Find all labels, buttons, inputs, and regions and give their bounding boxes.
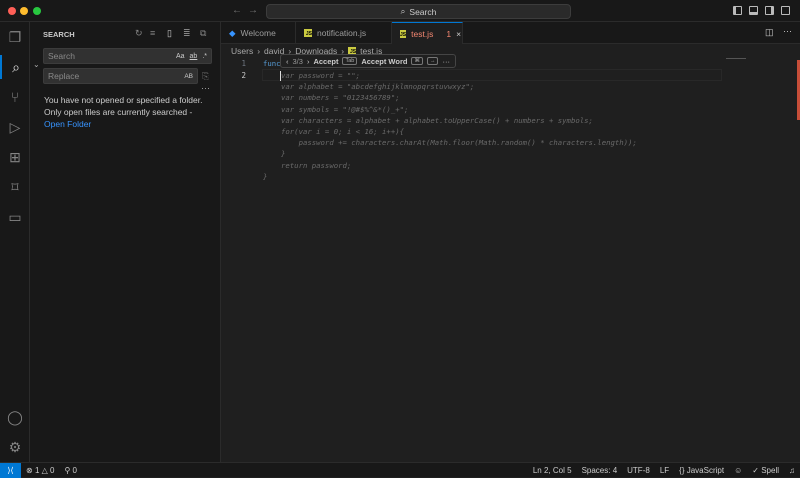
cursor-position[interactable]: Ln 2, Col 5 (528, 466, 577, 475)
ghost-text-line: } (263, 172, 268, 181)
ports-status[interactable]: ⚲ 0 (59, 466, 82, 475)
minimize-window-button[interactable] (20, 7, 28, 15)
close-tab-icon[interactable]: × (456, 29, 461, 39)
open-folder-link[interactable]: Open Folder (44, 118, 244, 130)
next-suggestion-button[interactable]: › (307, 57, 310, 66)
problems-count: 1 (446, 28, 452, 39)
source-control-icon[interactable]: ⑂ (0, 85, 30, 109)
search-icon[interactable]: ⌕ (0, 55, 30, 79)
search-icon: ⌕ (400, 6, 406, 16)
activity-bar: ❐ ⌕ ⑂ ▷ ⊞ ⌑ ▭ ◯ ⚙ (0, 22, 30, 462)
explorer-icon[interactable]: ❐ (0, 25, 30, 49)
ghost-text-line: var symbols = "!@#$%^&*()_+"; (281, 105, 409, 114)
js-file-icon: JS (400, 29, 407, 38)
sidebar-title: SEARCH (43, 30, 75, 39)
encoding[interactable]: UTF-8 (622, 466, 655, 475)
ghost-text-line: for(var i = 0; i < 16; i++){ (281, 127, 405, 136)
accept-button[interactable]: Accept (313, 57, 338, 66)
inline-suggestion-toolbar: ‹ 3/3 › Accept Tab Accept Word ⌘ → ··· (280, 54, 456, 68)
js-file-icon: JS (304, 29, 312, 37)
tab-notification-js[interactable]: JS notification.js (296, 22, 392, 44)
extensions-icon[interactable]: ⊞ (0, 145, 30, 169)
ghost-text-line: var alphabet = "abcdefghijklmnopqrstuvwx… (281, 82, 475, 91)
tab-welcome[interactable]: ◆ Welcome (221, 22, 296, 44)
ghost-text-line: password += characters.charAt(Math.floor… (281, 138, 637, 147)
title-bar: ← → ⌕ Search (0, 0, 800, 22)
status-bar: ⟩⟨ ⊗ 1 △ 0 ⚲ 0 Ln 2, Col 5 Spaces: 4 UTF… (0, 462, 800, 478)
settings-gear-icon[interactable]: ⚙ (0, 435, 30, 459)
spell-check[interactable]: ✓ Spell (747, 466, 784, 475)
ghost-text-line: } (281, 149, 286, 158)
toggle-panel-icon[interactable] (749, 6, 758, 15)
replace-input[interactable]: Replace AB (43, 68, 198, 84)
search-details-toggle[interactable]: ··· (201, 83, 210, 93)
copilot-icon[interactable]: ☺ (729, 466, 747, 475)
account-icon[interactable]: ◯ (0, 405, 30, 429)
search-sidebar: SEARCH ↻ ≡ ▯ ≣ ⧉ ⌄ Search Aa ab .* Repla… (30, 22, 221, 462)
tab-test-js[interactable]: JS test.js 1 × (392, 22, 463, 44)
editor-tabs: ◆ Welcome JS notification.js JS test.js 1 × ◫… (221, 22, 800, 44)
new-search-editor-icon[interactable]: ▯ (167, 28, 172, 39)
collapse-all-icon[interactable]: ⧉ (200, 28, 206, 39)
ghost-text-line: var numbers = "0123456789"; (281, 93, 400, 102)
regex-icon[interactable]: .* (202, 53, 207, 60)
maximize-window-button[interactable] (33, 7, 41, 15)
ghost-text-line: var password = ""; (281, 71, 361, 80)
more-options-button[interactable]: ··· (442, 57, 450, 66)
chevron-right-icon: › (257, 46, 261, 56)
close-window-button[interactable] (8, 7, 16, 15)
ghost-text-line: return password; (281, 161, 352, 170)
toggle-replace-chevron-icon[interactable]: ⌄ (33, 60, 40, 69)
toggle-secondary-sidebar-icon[interactable] (765, 6, 774, 15)
minimap[interactable] (724, 44, 800, 462)
chat-icon[interactable]: ▭ (0, 205, 30, 229)
keybinding: ⌘ (411, 57, 423, 65)
keybinding: Tab (342, 57, 358, 65)
problems-status[interactable]: ⊗ 1 △ 0 (21, 466, 59, 475)
accept-word-button[interactable]: Accept Word (361, 57, 407, 66)
indentation[interactable]: Spaces: 4 (577, 466, 623, 475)
match-case-icon[interactable]: Aa (176, 53, 185, 60)
whole-word-icon[interactable]: ab (190, 53, 198, 60)
command-center-search[interactable]: ⌕ Search (266, 4, 571, 19)
bookmark-icon[interactable]: ⌑ (0, 175, 30, 199)
remote-indicator-icon[interactable]: ⟩⟨ (0, 462, 21, 478)
toggle-sidebar-icon[interactable] (733, 6, 742, 15)
previous-suggestion-button[interactable]: ‹ (286, 57, 289, 66)
split-editor-icon[interactable]: ◫ (765, 27, 774, 38)
search-input[interactable]: Search Aa ab .* (43, 48, 212, 64)
clear-results-icon[interactable]: ≡ (150, 28, 155, 38)
line-number: 2 (241, 71, 246, 80)
forward-arrow-icon[interactable]: → (248, 5, 258, 16)
notifications-bell-icon[interactable]: ♫ (784, 466, 800, 475)
code-line[interactable]: func (263, 59, 281, 68)
replace-all-icon[interactable]: ⎘ (202, 71, 209, 82)
breadcrumb-item[interactable]: Users (231, 46, 253, 56)
line-number: 1 (241, 59, 246, 68)
keybinding: → (426, 57, 439, 65)
preserve-case-icon[interactable]: AB (184, 73, 193, 80)
more-actions-icon[interactable]: ··· (783, 26, 792, 36)
view-as-tree-icon[interactable]: ≣ (183, 28, 191, 39)
run-debug-icon[interactable]: ▷ (0, 115, 30, 139)
end-of-line[interactable]: LF (655, 466, 674, 475)
language-mode[interactable]: {} JavaScript (674, 466, 729, 475)
ghost-text-line: var characters = alphabet + alphabet.toU… (281, 116, 593, 125)
refresh-icon[interactable]: ↻ (135, 28, 143, 39)
vscode-logo-icon: ◆ (229, 27, 236, 38)
suggestion-count: 3/3 (292, 56, 303, 66)
no-folder-message: You have not opened or specified a folde… (44, 94, 244, 130)
back-arrow-icon[interactable]: ← (232, 5, 242, 16)
customize-layout-icon[interactable] (781, 6, 790, 15)
